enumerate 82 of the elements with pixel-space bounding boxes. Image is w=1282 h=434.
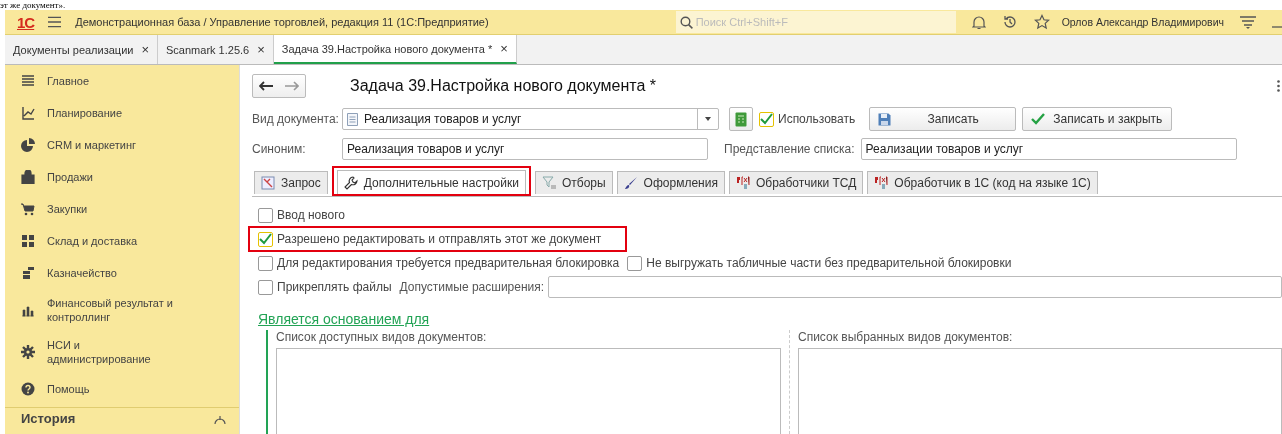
bell-icon[interactable] <box>971 14 986 30</box>
synonym-field[interactable]: Реализация товаров и услуг <box>342 138 708 160</box>
pie-chart-icon <box>21 138 35 152</box>
checkbox-label: Не выгружать табличные части без предварительной блокировки <box>646 256 1012 270</box>
checkmark-icon <box>1031 113 1046 125</box>
shopping-bag-icon <box>21 170 35 184</box>
save-and-close-button[interactable]: Записать и закрыть <box>1022 107 1173 131</box>
checkbox[interactable] <box>258 279 273 295</box>
document-tab[interactable]: Документы реализации × <box>5 35 159 64</box>
help-icon <box>21 382 35 396</box>
window-title: Демонстрационная база / Управление торговлей, редакция 11 (1С:Предприятие) <box>75 16 490 28</box>
sidebar-item[interactable]: Планирование <box>5 97 239 129</box>
sidebar-item[interactable]: Склад и доставка <box>5 225 239 257</box>
list-icon <box>21 74 35 88</box>
calculator-icon <box>735 111 747 127</box>
search-icon <box>679 16 693 29</box>
menu-icon[interactable] <box>48 16 62 28</box>
list-label: Список доступных видов документов: <box>276 330 488 344</box>
caption-fragment: эт же документ». <box>0 0 66 10</box>
save-button[interactable]: Записать <box>869 107 1017 131</box>
app-logo[interactable]: 1С <box>17 13 35 31</box>
chart-icon <box>21 106 35 120</box>
grid-icon <box>21 234 35 248</box>
form-tab[interactable]: Отборы <box>534 171 613 194</box>
checkbox-label: Использовать <box>778 112 856 126</box>
use-checkbox[interactable] <box>759 111 774 127</box>
brush-icon <box>623 176 638 190</box>
document-tab[interactable]: Задача 39.Настройка нового документа * × <box>273 35 517 64</box>
document-type-field[interactable]: Реализация товаров и услуг <box>342 108 719 130</box>
list-label: Список выбранных видов документов: <box>798 330 1014 344</box>
checkbox-label: Разрешено редактировать и отправлять этот же документ <box>277 232 602 246</box>
close-icon[interactable]: × <box>500 41 508 56</box>
close-icon[interactable]: × <box>257 42 265 57</box>
field-label: Синоним: <box>252 142 307 156</box>
checkbox-label: Прикреплять файлы <box>277 280 392 294</box>
dropdown-arrow-icon[interactable] <box>705 117 711 121</box>
query-icon <box>261 176 275 190</box>
sidebar-item[interactable]: Закупки <box>5 193 239 225</box>
bar-chart-icon <box>21 303 35 317</box>
navigation-buttons[interactable] <box>252 74 306 98</box>
form-tab[interactable]: Дополнительные настройки <box>336 170 526 194</box>
form-tab[interactable]: Обработчики ТСД <box>728 171 864 194</box>
field-label: Допустимые расширения: <box>399 280 545 294</box>
field-label: Вид документа: <box>252 112 336 126</box>
checkbox[interactable] <box>258 207 273 223</box>
star-icon[interactable] <box>1033 14 1050 30</box>
checkbox[interactable] <box>258 255 273 271</box>
sidebar-item[interactable]: НСИ и администрирование <box>5 331 239 373</box>
checkbox-label: Ввод нового <box>277 208 345 222</box>
checkbox-label: Для редактирования требуется предварительная блокировка <box>277 256 620 270</box>
form-tab[interactable]: Обработчик в 1С (код на языке 1С) <box>867 171 1098 194</box>
sidebar-item[interactable]: Финансовый результат и контроллинг <box>5 289 239 331</box>
extensions-field[interactable] <box>548 276 1282 298</box>
document-tab[interactable]: Scanmark 1.25.6 × <box>158 35 274 64</box>
calculator-button[interactable] <box>729 107 753 131</box>
user-name[interactable]: Орлов Александр Владимирович <box>1061 16 1224 28</box>
sidebar-item[interactable]: CRM и маркетинг <box>5 129 239 161</box>
settings-menu-icon[interactable] <box>1240 15 1256 29</box>
history-heading: История <box>21 411 76 426</box>
sidebar-item[interactable]: Помощь <box>5 373 239 405</box>
code-icon <box>874 176 889 190</box>
form-tab[interactable]: Запрос <box>254 171 328 194</box>
sidebar-item[interactable]: Продажи <box>5 161 239 193</box>
field-label: Представление списка: <box>724 142 855 156</box>
document-icon <box>347 112 358 126</box>
filter-icon <box>541 176 556 190</box>
sidebar-item[interactable]: Главное <box>5 65 239 97</box>
search-field[interactable]: Поиск Ctrl+Shift+F <box>675 11 956 33</box>
code-icon <box>735 176 750 190</box>
forward-arrow-icon[interactable] <box>285 81 299 91</box>
sidebar-item[interactable]: Казначейство <box>5 257 239 289</box>
back-arrow-icon[interactable] <box>259 81 273 91</box>
checkbox[interactable] <box>258 231 273 247</box>
form-tab[interactable]: Оформления <box>616 171 725 194</box>
checkbox[interactable] <box>627 255 643 271</box>
form-title: Задача 39.Настройка нового документа * <box>350 77 658 95</box>
list-view-field[interactable]: Реализации товаров и услуг <box>860 138 1237 160</box>
wrench-icon <box>343 175 358 190</box>
more-icon[interactable] <box>1277 80 1280 92</box>
close-icon[interactable]: × <box>141 42 150 57</box>
cart-icon <box>21 202 35 216</box>
settings-icon <box>21 345 35 359</box>
